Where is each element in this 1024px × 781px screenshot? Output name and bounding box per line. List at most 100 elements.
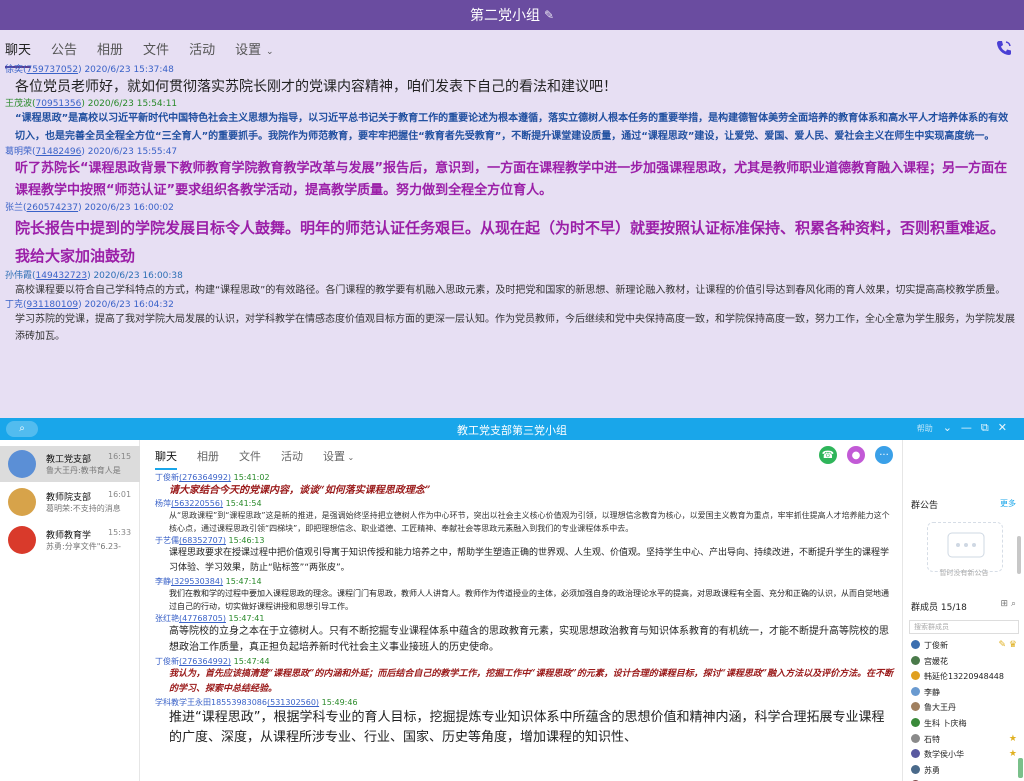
sender-id[interactable]: (329530384) bbox=[171, 577, 223, 586]
group-avatar bbox=[8, 450, 36, 478]
sender-id[interactable]: 149432723 bbox=[36, 271, 88, 281]
sender-name[interactable]: 张兰 bbox=[5, 203, 23, 213]
message-item: 徐奕(759737052) 2020/6/23 15:37:48 各位党员老师好，… bbox=[0, 64, 1024, 98]
sender-name[interactable]: 李静 bbox=[155, 577, 171, 586]
message-time: 15:49:46 bbox=[319, 698, 358, 707]
video-icon[interactable]: ● bbox=[847, 446, 865, 464]
tab-3[interactable]: 文件 bbox=[143, 30, 169, 68]
sender-id[interactable]: (276364992) bbox=[179, 473, 231, 482]
phone-icon[interactable]: ☎ bbox=[819, 446, 837, 464]
message-item: 葛明荣(71482496) 2020/6/23 15:55:47 听了苏院长“课程… bbox=[0, 146, 1024, 202]
conversation-item[interactable]: 教工党支部 16:15 鲁大王丹:教书育人是 bbox=[0, 446, 140, 482]
tab-label: 相册 bbox=[97, 43, 124, 58]
notice-more-link[interactable]: 更多 bbox=[1000, 498, 1016, 509]
chat-actions: ☎ ● ··· bbox=[819, 446, 893, 464]
message-meta: 葛明荣(71482496) 2020/6/23 15:55:47 bbox=[5, 146, 1018, 158]
group-avatar bbox=[8, 488, 36, 516]
member-count-title: 群成员 15/18 bbox=[911, 603, 967, 613]
sender-id[interactable]: (68352707) bbox=[179, 536, 226, 545]
sender-id[interactable]: (276364992) bbox=[179, 657, 231, 666]
message-text: 从“思政课程”到“课程思政”这是新的推进，是强调始终坚持把立德树人作为中心环节，… bbox=[169, 511, 890, 533]
scrollbar[interactable] bbox=[1018, 758, 1023, 778]
member-item[interactable]: 丁俊新 ✎ ♛ bbox=[911, 640, 1023, 654]
minimize-icon[interactable]: — bbox=[961, 421, 981, 434]
message-text: 院长报告中提到的学院发展目标令人鼓舞。明年的师范认证任务艰巨。从现在起（为时不早… bbox=[15, 219, 1006, 265]
message-meta: 丁俊新(276364992) 15:41:02 bbox=[155, 473, 895, 483]
window-title: 第二党小组 bbox=[469, 8, 540, 24]
message-time: 2020/6/23 16:00:02 bbox=[84, 203, 174, 213]
conversation-preview: 鲁大王丹:教书育人是 bbox=[46, 466, 121, 475]
tab-4[interactable]: 设置 ⌄ bbox=[323, 448, 354, 470]
sender-name[interactable]: 杨萍 bbox=[155, 499, 171, 508]
more-icon[interactable]: ··· bbox=[875, 446, 893, 464]
sender-name[interactable]: 张红艳 bbox=[155, 614, 179, 623]
sender-name[interactable]: 徐奕 bbox=[5, 65, 23, 75]
help-badge[interactable]: 帮助 bbox=[917, 424, 933, 433]
tab-2[interactable]: 文件 bbox=[239, 448, 261, 470]
avatar bbox=[911, 718, 920, 727]
member-item[interactable]: 数学侯小华 ★ bbox=[911, 749, 1023, 763]
conversation-item[interactable]: 教师院支部 16:01 葛明荣:不支持的消息 bbox=[0, 484, 140, 520]
message-time: 15:47:41 bbox=[225, 614, 265, 623]
member-item[interactable]: 宫媛花 bbox=[911, 655, 1023, 670]
member-actions-icons[interactable]: ⊞ ⌕ bbox=[1001, 599, 1016, 609]
sender-name[interactable]: 丁俊新 bbox=[155, 657, 179, 666]
conversation-preview: 葛明荣:不支持的消息 bbox=[46, 504, 121, 513]
tab-3[interactable]: 活动 bbox=[281, 448, 303, 470]
tab-0[interactable]: 聊天 bbox=[5, 30, 32, 68]
tab-label: 设置 bbox=[235, 43, 262, 58]
tab-2[interactable]: 相册 bbox=[97, 30, 123, 68]
tab-label: 设置 bbox=[323, 450, 345, 463]
conversation-list: 教工党支部 16:15 鲁大王丹:教书育人是 教师院支部 16:01 葛明荣:不支持的消息… bbox=[0, 440, 140, 781]
member-item[interactable]: 韩延伦13220948448 bbox=[911, 671, 1023, 685]
message-time: 15:47:44 bbox=[231, 657, 270, 666]
tab-1[interactable]: 相册 bbox=[197, 448, 219, 470]
conversation-time: 16:15 bbox=[108, 452, 132, 461]
sender-name[interactable]: 于艺儒 bbox=[155, 536, 179, 545]
tab-label: 文件 bbox=[239, 450, 261, 463]
member-item[interactable]: 生科 卜庆梅 bbox=[911, 718, 1023, 732]
star-icon: ★ bbox=[1008, 749, 1017, 760]
sender-id[interactable]: 71482496 bbox=[36, 147, 82, 157]
member-item[interactable]: 石特 ★ bbox=[911, 733, 1023, 748]
phone-icon[interactable] bbox=[994, 38, 1014, 58]
sender-id[interactable]: (47768705) bbox=[179, 614, 226, 623]
sender-id[interactable]: 759737052 bbox=[27, 65, 79, 75]
sender-id[interactable]: 70951356 bbox=[36, 99, 82, 109]
member-item[interactable]: 李静 bbox=[911, 686, 1023, 701]
message-item: 学科教学王永田18553983086(531302560) 15:49:46 推进… bbox=[155, 698, 895, 748]
message-meta: 杨萍(563220556) 15:41:54 bbox=[155, 499, 895, 509]
tab-label: 活动 bbox=[189, 43, 216, 58]
tab-5[interactable]: 设置 ⌄ bbox=[235, 30, 273, 68]
avatar bbox=[911, 655, 920, 665]
chevron-down-icon[interactable]: ⌄ bbox=[943, 421, 961, 434]
message-time: 2020/6/23 15:55:47 bbox=[87, 147, 178, 157]
sender-name[interactable]: 丁克 bbox=[5, 300, 23, 310]
message-meta: 王茂波(70951356) 2020/6/23 15:54:11 bbox=[5, 98, 1018, 110]
member-item[interactable]: 鲁大王丹 bbox=[911, 702, 1023, 716]
avatar bbox=[911, 764, 920, 774]
member-search-input[interactable]: 搜索群成员 bbox=[909, 620, 1019, 634]
tab-1[interactable]: 公告 bbox=[51, 30, 77, 68]
sender-name[interactable]: 孙伟霞 bbox=[5, 271, 32, 281]
sender-id[interactable]: (531302560) bbox=[267, 698, 319, 707]
sender-id[interactable]: 931180109 bbox=[27, 300, 79, 310]
sender-name[interactable]: 王茂波 bbox=[5, 99, 32, 109]
scrollbar[interactable] bbox=[1017, 536, 1021, 574]
tab-0[interactable]: 聊天 bbox=[155, 448, 177, 470]
sender-id[interactable]: 260574237 bbox=[27, 203, 79, 213]
sender-name[interactable]: 丁俊新 bbox=[155, 473, 179, 482]
sender-id[interactable]: (563220556) bbox=[171, 499, 223, 508]
member-item[interactable]: 苏勇 bbox=[911, 764, 1023, 779]
pencil-icon[interactable]: ✎ bbox=[544, 8, 554, 22]
tab-4[interactable]: 活动 bbox=[189, 30, 215, 68]
avatar bbox=[911, 671, 920, 681]
sender-name[interactable]: 学科教学王永田18553983086 bbox=[155, 698, 267, 707]
message-time: 2020/6/23 16:04:32 bbox=[84, 300, 174, 310]
sender-name[interactable]: 葛明荣 bbox=[5, 147, 32, 157]
maximize-icon[interactable]: ⧉ bbox=[981, 421, 998, 434]
conversation-item[interactable]: 教师教育学 15:33 苏勇:分享文件"6.23- bbox=[0, 522, 140, 558]
window-title-bar: 第二党小组 ✎ bbox=[0, 0, 1024, 30]
message-list: 丁俊新(276364992) 15:41:02 请大家结合今天的党课内容，谈谈“如… bbox=[155, 473, 895, 781]
close-icon[interactable]: ✕ bbox=[998, 421, 1016, 434]
